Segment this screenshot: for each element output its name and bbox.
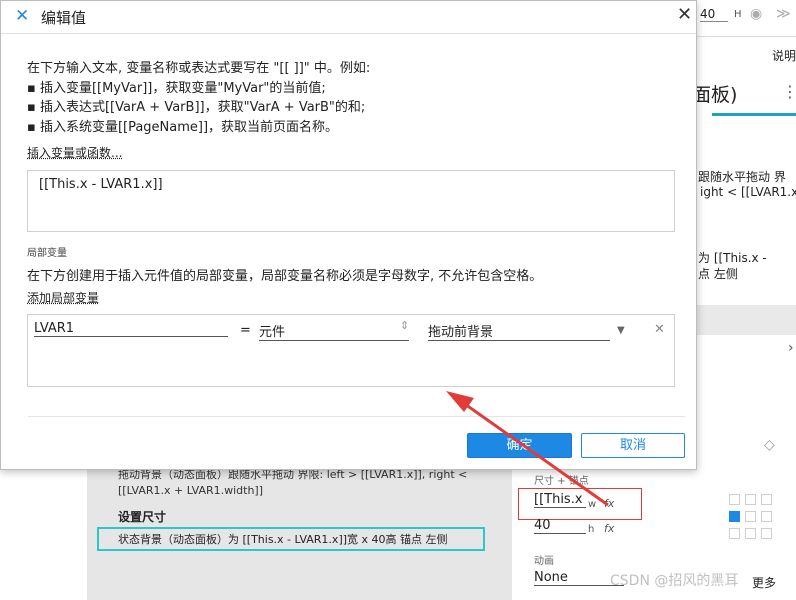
chevron-icon[interactable]: ≫: [776, 6, 791, 22]
height-unit: h: [588, 524, 595, 535]
panel-title: 面板): [692, 84, 738, 106]
dialog-title: 编辑值: [41, 9, 87, 27]
anchor-cell[interactable]: [745, 511, 756, 522]
right-panel-active-underline: [712, 113, 796, 116]
right-text-1: 跟随水平拖动 界: [698, 170, 786, 184]
variable-name-input[interactable]: LVAR1: [34, 321, 228, 337]
right-panel-divider: [696, 36, 796, 37]
widget-target-select[interactable]: 拖动前背景: [428, 321, 610, 341]
fx-icon[interactable]: fx: [604, 497, 614, 510]
close-icon[interactable]: ✕: [677, 4, 692, 25]
intro-line-2: ▪ 插入变量[[MyVar]]，获取变量"MyVar"的当前值;: [27, 81, 326, 96]
variable-type-select[interactable]: 元件: [259, 321, 409, 341]
set-size-heading: 设置尺寸: [118, 510, 167, 524]
right-text-3: 为 [[This.x -: [698, 251, 767, 265]
width-unit: w: [588, 499, 597, 510]
intro-line-3: ▪ 插入表达式[[VarA + VarB]]，获取"VarA + VarB"的和…: [27, 100, 366, 115]
more-link[interactable]: 更多: [752, 574, 776, 591]
cancel-button[interactable]: 取消: [581, 433, 685, 458]
set-size-detail[interactable]: 状态背景（动态面板）为 [[This.x - LVAR1.x]]宽 x 40高 …: [118, 531, 448, 547]
anchor-cell[interactable]: [761, 511, 772, 522]
type-spinner-icon[interactable]: ⇕: [400, 319, 409, 332]
edit-value-dialog: ✕ 编辑值 ✕ 在下方输入文本, 变量名称或表达式要写在 "[[ ]]" 中。例…: [0, 0, 697, 470]
anchor-cell[interactable]: [729, 494, 740, 505]
more-vertical-icon[interactable]: ⋮: [782, 82, 796, 101]
insert-variable-link[interactable]: 插入变量或函数...: [27, 144, 122, 161]
dialog-titlebar: [1, 1, 696, 34]
target-dropdown-icon[interactable]: ▼: [617, 325, 625, 336]
intro-line-1: 在下方输入文本, 变量名称或表达式要写在 "[[ ]]" 中。例如:: [27, 61, 371, 76]
dialog-separator: [28, 416, 685, 417]
local-variables-list: LVAR1 = 元件 ⇕ 拖动前背景 ▼ ✕: [27, 314, 675, 387]
intro-line-4: ▪ 插入系统变量[[PageName]]，获取当前页面名称。: [27, 120, 339, 135]
size-anchor-label: 尺寸 + 锚点: [534, 476, 589, 487]
add-local-variable-link[interactable]: 添加局部变量: [27, 289, 99, 306]
top-value-field[interactable]: 40: [700, 7, 728, 22]
app-logo-icon: ✕: [15, 6, 30, 26]
fx-height-icon[interactable]: fx: [604, 522, 614, 535]
tab-explain[interactable]: 说明: [772, 47, 796, 64]
watermark: CSDN @招风的黑耳: [610, 573, 739, 589]
anchor-cell[interactable]: [729, 528, 740, 539]
right-panel-shadow: [696, 305, 796, 335]
height-label: H: [734, 9, 742, 20]
anchor-cell[interactable]: [745, 528, 756, 539]
delete-variable-icon[interactable]: ✕: [654, 322, 665, 337]
local-vars-heading: 局部变量: [27, 248, 67, 259]
anchor-cell-selected[interactable]: [729, 511, 740, 522]
interaction-text-2: [[LVAR1.x + LVAR1.width]]: [118, 484, 264, 497]
animation-label: 动画: [534, 556, 554, 567]
local-vars-description: 在下方创建用于插入元件值的局部变量，局部变量名称必须是字母数字, 不允许包含空格…: [27, 269, 543, 284]
right-text-4: 点 左侧: [698, 267, 738, 281]
height-field[interactable]: 40: [534, 518, 586, 534]
ok-button[interactable]: 确定: [467, 433, 572, 458]
width-field[interactable]: [[This.x -: [534, 492, 586, 508]
right-text-2: ight < [[LVAR1.x +: [700, 185, 796, 199]
eye-icon[interactable]: ◉: [750, 6, 762, 22]
collapse-icon[interactable]: ›: [788, 340, 794, 356]
expression-textarea[interactable]: [[This.x - LVAR1.x]]: [27, 170, 675, 232]
anchor-cell[interactable]: [745, 494, 756, 505]
anchor-cell[interactable]: [761, 494, 772, 505]
expression-text: [[This.x - LVAR1.x]]: [39, 177, 163, 192]
dropdown-arrow-icon[interactable]: ◇: [764, 437, 775, 453]
equals-sign: =: [240, 323, 251, 338]
anchor-cell[interactable]: [761, 528, 772, 539]
